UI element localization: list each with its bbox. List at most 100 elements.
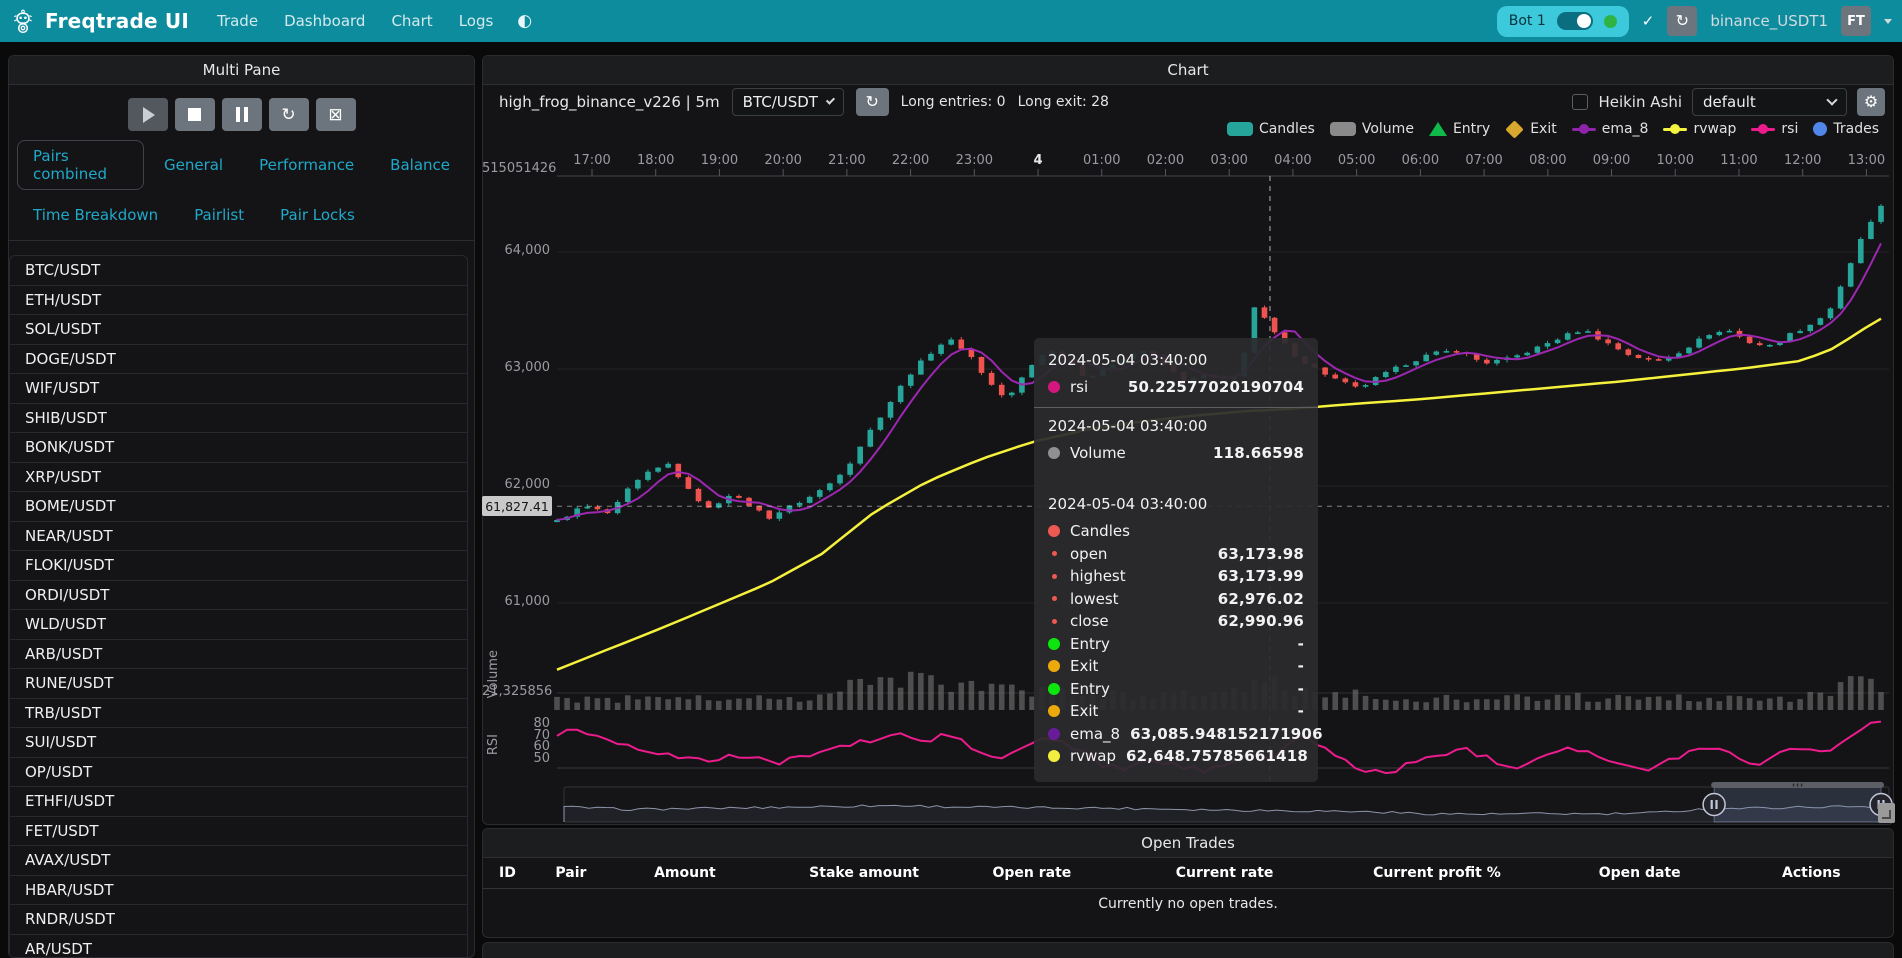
- pair-item-doge[interactable]: DOGE/USDT: [9, 344, 468, 375]
- legend-rsi[interactable]: rsi: [1751, 121, 1798, 137]
- col-open-rate[interactable]: Open rate: [976, 858, 1159, 889]
- col-actions[interactable]: Actions: [1766, 858, 1893, 889]
- tooltip-row-ema_8: ema_863,085.948152171906: [1048, 723, 1304, 746]
- col-id[interactable]: ID: [483, 858, 539, 889]
- pair-item-rndr[interactable]: RNDR/USDT: [9, 904, 468, 935]
- legend-label: Trades: [1833, 121, 1879, 137]
- tooltip-series-value: -: [1298, 680, 1304, 698]
- col-current-rate[interactable]: Current rate: [1160, 858, 1357, 889]
- col-open-date[interactable]: Open date: [1583, 858, 1766, 889]
- pair-item-bonk[interactable]: BONK/USDT: [9, 432, 468, 463]
- pair-item-fet[interactable]: FET/USDT: [9, 816, 468, 847]
- tab-pairs-combined[interactable]: Pairs combined: [17, 140, 144, 190]
- tooltip-date: 2024-05-04 03:40:00: [1048, 351, 1304, 369]
- pair-item-hbar[interactable]: HBAR/USDT: [9, 875, 468, 906]
- tooltip-series-label: highest: [1070, 567, 1126, 585]
- pair-item-btc[interactable]: BTC/USDT: [9, 255, 468, 286]
- pause-button[interactable]: [222, 98, 262, 131]
- play-button[interactable]: [128, 98, 168, 131]
- heikin-ashi-checkbox[interactable]: [1572, 94, 1588, 110]
- pair-item-xrp[interactable]: XRP/USDT: [9, 462, 468, 493]
- legend-volume[interactable]: Volume: [1330, 121, 1414, 137]
- col-current-profit[interactable]: Current profit %: [1357, 858, 1583, 889]
- pair-item-eth[interactable]: ETH/USDT: [9, 285, 468, 316]
- pair-item-sol[interactable]: SOL/USDT: [9, 314, 468, 345]
- tab-pairlist[interactable]: Pairlist: [178, 199, 260, 231]
- legend-label: ema_8: [1602, 121, 1649, 137]
- stop-button[interactable]: [175, 98, 215, 131]
- open-trades-header-row: IDPairAmountStake amountOpen rateCurrent…: [483, 858, 1893, 889]
- pair-select-value: BTC/USDT: [743, 93, 818, 111]
- pair-item-near[interactable]: NEAR/USDT: [9, 521, 468, 552]
- pair-item-ethfi[interactable]: ETHFI/USDT: [9, 786, 468, 817]
- plot-config-select[interactable]: default: [1692, 88, 1847, 116]
- tooltip-series-value: -: [1298, 702, 1304, 720]
- legend-label: rvwap: [1693, 121, 1736, 137]
- time-tick-1200: 12:00: [1784, 153, 1821, 168]
- exit-dot-icon: [1048, 705, 1060, 717]
- tooltip-row-volume: Volume118.66598: [1048, 442, 1304, 465]
- pair-item-avax[interactable]: AVAX/USDT: [9, 845, 468, 876]
- freqtrade-robot-logo: [10, 8, 36, 34]
- col-amount[interactable]: Amount: [638, 858, 793, 889]
- tab-time-breakdown[interactable]: Time Breakdown: [17, 199, 174, 231]
- reload-button[interactable]: ↻: [1667, 6, 1697, 36]
- tooltip-series-value: 63,173.98: [1218, 545, 1304, 563]
- candles-swatch-icon: [1227, 122, 1253, 136]
- tab-pair-locks[interactable]: Pair Locks: [264, 199, 371, 231]
- nav-link-dashboard[interactable]: Dashboard: [284, 12, 365, 30]
- pair-item-sui[interactable]: SUI/USDT: [9, 727, 468, 758]
- trades-circle-icon: [1813, 122, 1827, 136]
- legend-exit[interactable]: Exit: [1505, 121, 1557, 137]
- pair-item-trb[interactable]: TRB/USDT: [9, 698, 468, 729]
- col-pair[interactable]: Pair: [539, 858, 638, 889]
- pair-item-rune[interactable]: RUNE/USDT: [9, 668, 468, 699]
- pair-item-arb[interactable]: ARB/USDT: [9, 639, 468, 670]
- legend-entry[interactable]: Entry: [1429, 121, 1490, 137]
- navbar: Freqtrade UI Trade Dashboard Chart Logs ◐ B…: [0, 0, 1902, 42]
- pair-select[interactable]: BTC/USDT: [732, 88, 844, 116]
- nav-link-trade[interactable]: Trade: [217, 12, 258, 30]
- user-menu-caret-icon[interactable]: [1884, 19, 1892, 24]
- theme-toggle-icon[interactable]: ◐: [517, 11, 532, 31]
- clear-button[interactable]: ⊠: [316, 98, 356, 131]
- pair-item-op[interactable]: OP/USDT: [9, 757, 468, 788]
- pair-item-wld[interactable]: WLD/USDT: [9, 609, 468, 640]
- pair-item-ar[interactable]: AR/USDT: [9, 934, 468, 958]
- legend-label: rsi: [1781, 121, 1798, 137]
- plot-settings-gear-button[interactable]: ⚙: [1857, 88, 1885, 116]
- nav-link-logs[interactable]: Logs: [459, 12, 494, 30]
- time-tick-2200: 22:00: [892, 153, 929, 168]
- chart-plot-area[interactable]: 51505142664,00063,00062,00061,00021,3258…: [482, 145, 1894, 825]
- resize-handle[interactable]: [1878, 803, 1895, 823]
- bot-selector[interactable]: Bot 1: [1497, 6, 1629, 37]
- legend-ema_8[interactable]: ema_8: [1572, 121, 1649, 137]
- open-trades-table: IDPairAmountStake amountOpen rateCurrent…: [483, 858, 1893, 919]
- lowest-dot-icon: [1052, 596, 1057, 601]
- nav-link-chart[interactable]: Chart: [391, 12, 432, 30]
- tooltip-row-highest: highest63,173.99: [1048, 565, 1304, 588]
- pair-item-wif[interactable]: WIF/USDT: [9, 373, 468, 404]
- pair-list: BTC/USDTETH/USDTSOL/USDTDOGE/USDTWIF/USD…: [9, 255, 474, 958]
- bot-online-dot: [1604, 15, 1617, 28]
- pair-item-shib[interactable]: SHIB/USDT: [9, 403, 468, 434]
- tab-general[interactable]: General: [148, 149, 239, 181]
- brand[interactable]: Freqtrade UI: [10, 8, 189, 34]
- user-avatar[interactable]: FT: [1841, 6, 1871, 36]
- pair-item-bome[interactable]: BOME/USDT: [9, 491, 468, 522]
- tab-balance[interactable]: Balance: [374, 149, 466, 181]
- chart-refresh-button[interactable]: ↻: [856, 88, 889, 116]
- strategy-timeframe-label: high_frog_binance_v226 | 5m: [499, 93, 720, 111]
- pair-item-floki[interactable]: FLOKI/USDT: [9, 550, 468, 581]
- refresh-button[interactable]: ↻: [269, 98, 309, 131]
- legend-rvwap[interactable]: rvwap: [1663, 121, 1736, 137]
- bot-toggle[interactable]: [1557, 12, 1593, 30]
- tab-performance[interactable]: Performance: [243, 149, 370, 181]
- legend-candles[interactable]: Candles: [1227, 121, 1315, 137]
- plot-config-value: default: [1703, 93, 1756, 111]
- entry-dot-icon: [1048, 683, 1060, 695]
- pair-item-ordi[interactable]: ORDI/USDT: [9, 580, 468, 611]
- check-icon[interactable]: ✓: [1642, 12, 1655, 30]
- legend-trades[interactable]: Trades: [1813, 121, 1879, 137]
- col-stake-amount[interactable]: Stake amount: [793, 858, 976, 889]
